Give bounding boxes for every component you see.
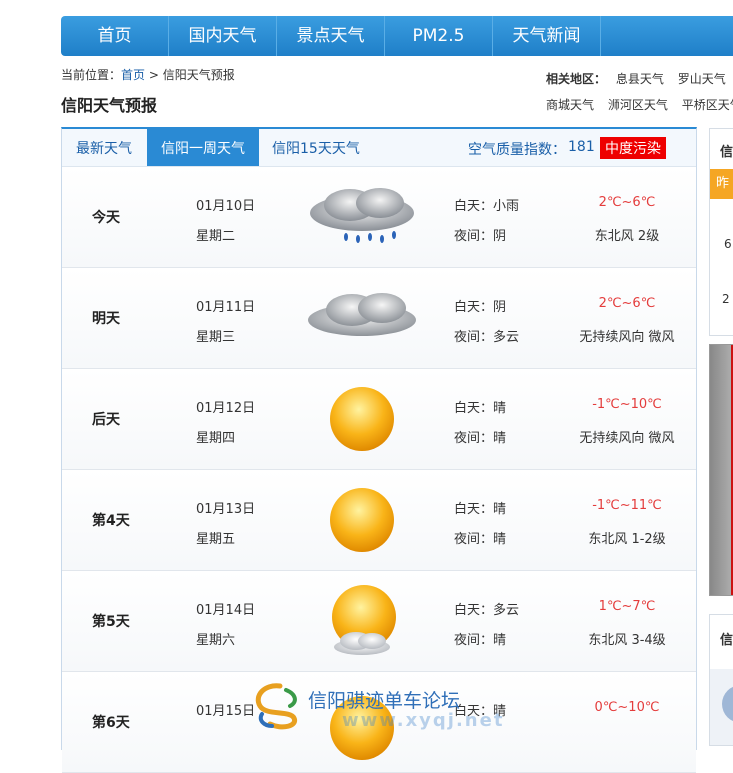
daytime-weather: 白天：阴 [454, 300, 507, 315]
night-weather: 夜间：阴 [454, 229, 507, 244]
temperature-range: 1℃~7℃ [598, 599, 656, 614]
cloud-icon [302, 280, 422, 356]
aqi-value: 181 [568, 139, 595, 155]
day-date: 01月14日 [196, 603, 256, 618]
main-nav: 首页 国内天气 景点天气 PM2.5 天气新闻 [61, 16, 733, 56]
breadcrumb-current: 信阳天气预报 [162, 68, 235, 82]
breadcrumb: 当前位置：首页 > 信阳天气预报 [61, 66, 235, 83]
temperature-range: -1℃~10℃ [592, 397, 662, 412]
watermark-text: 信阳骐迹单车论坛 [308, 690, 461, 712]
sun-icon [302, 482, 422, 558]
night-weather: 夜间：晴 [454, 532, 507, 547]
temperature-range: -1℃~11℃ [592, 498, 662, 513]
night-weather: 夜间：晴 [454, 633, 507, 648]
related-link-shangcheng[interactable]: 商城天气 [546, 98, 594, 112]
aqi-label: 空气质量指数： [468, 142, 566, 158]
forum-watermark: 信阳骐迹单车论坛 www.xyqj.net [250, 680, 502, 734]
breadcrumb-separator: > [145, 68, 163, 82]
tab-week-weather[interactable]: 信阳一周天气 [147, 129, 259, 166]
related-label: 相关地区： [546, 72, 607, 86]
day-weekday: 星期三 [196, 330, 236, 345]
temperature-range: 0℃~10℃ [594, 700, 660, 715]
nav-scenic-weather[interactable]: 景点天气 [277, 16, 385, 56]
forecast-panel: 最新天气 信阳一周天气 信阳15天天气 空气质量指数： 181 中度污染 今天 … [61, 127, 697, 773]
partly-cloudy-icon [302, 583, 422, 659]
forecast-day-row: 第5天 01月14日 星期六 白天：多云 夜间：晴 1℃~7℃ 东北风 3-4级 [62, 571, 696, 672]
sidebar-value-high: 6 [724, 237, 732, 251]
rain-cloud-icon [302, 179, 422, 255]
wind-info: 无持续风向 微风 [579, 431, 675, 446]
day-name: 第4天 [92, 513, 130, 529]
wind-info: 无持续风向 微风 [579, 330, 675, 345]
night-weather: 夜间：晴 [454, 431, 507, 446]
related-link-pingqiao[interactable]: 平桥区天气 [682, 98, 733, 112]
wind-info: 东北风 1-2级 [588, 532, 666, 547]
day-name: 第6天 [92, 715, 130, 731]
day-name: 第5天 [92, 614, 130, 630]
forecast-day-row: 明天 01月11日 星期三 白天：阴 夜间：多云 2℃~6℃ 无持续风向 微风 [62, 268, 696, 369]
tab-15day-weather[interactable]: 信阳15天天气 [272, 129, 360, 166]
aqi-level-badge: 中度污染 [600, 137, 666, 159]
day-date: 01月10日 [196, 199, 256, 214]
day-weekday: 星期五 [196, 532, 236, 547]
breadcrumb-home-link[interactable]: 首页 [121, 68, 145, 82]
nav-domestic-weather[interactable]: 国内天气 [169, 16, 277, 56]
day-weekday: 星期六 [196, 633, 236, 648]
day-date: 01月15日 [196, 704, 256, 719]
forecast-day-row: 后天 01月12日 星期四 白天：晴 夜间：晴 -1℃~10℃ 无持续风向 微风 [62, 369, 696, 470]
day-date: 01月12日 [196, 401, 256, 416]
forecast-day-row: 今天 01月10日 星期二 白天：小雨 夜间：阴 2℃~6℃ 东北风 2级 [62, 167, 696, 268]
day-date: 01月11日 [196, 300, 256, 315]
sidebar-ad-banner[interactable] [709, 344, 733, 596]
forecast-tabs: 最新天气 信阳一周天气 信阳15天天气 空气质量指数： 181 中度污染 [62, 129, 696, 167]
related-link-shihe[interactable]: 浉河区天气 [608, 98, 668, 112]
sidebar-value-low: 2 [722, 292, 730, 306]
temperature-range: 2℃~6℃ [598, 296, 656, 311]
day-date: 01月13日 [196, 502, 256, 517]
daytime-weather: 白天：多云 [454, 603, 520, 618]
sidebar-box-title: 信 [720, 145, 733, 160]
day-name: 今天 [92, 210, 120, 226]
wind-info: 东北风 2级 [594, 229, 660, 244]
sidebar-tab-yesterday[interactable]: 昨 [710, 169, 733, 199]
day-name: 明天 [92, 311, 120, 327]
breadcrumb-prefix: 当前位置： [61, 68, 122, 82]
watermark-url: www.xyqj.net [342, 710, 505, 731]
forum-logo-icon [255, 683, 298, 730]
temperature-range: 2℃~6℃ [598, 195, 656, 210]
daytime-weather: 白天：晴 [454, 401, 507, 416]
night-weather: 夜间：多云 [454, 330, 520, 345]
day-weekday: 星期四 [196, 431, 236, 446]
wind-info: 东北风 3-4级 [588, 633, 666, 648]
related-regions: 相关地区： 息县天气 罗山天气 光 商城天气 浉河区天气 平桥区天气 [546, 70, 733, 122]
day-weekday: 星期二 [196, 229, 236, 244]
nav-pm25[interactable]: PM2.5 [385, 16, 493, 56]
forecast-day-row: 第4天 01月13日 星期五 白天：晴 夜间：晴 -1℃~11℃ 东北风 1-2… [62, 470, 696, 571]
sidebar-weather-box: 信 昨 6 2 [709, 128, 733, 336]
sun-icon [302, 381, 422, 457]
related-link-xixian[interactable]: 息县天气 [616, 72, 664, 86]
page-title: 信阳天气预报 [61, 96, 158, 115]
sidebar-box2-title: 信 [720, 633, 733, 648]
nav-weather-news[interactable]: 天气新闻 [493, 16, 601, 56]
nav-home[interactable]: 首页 [61, 16, 169, 56]
daytime-weather: 白天：小雨 [454, 199, 520, 214]
tab-latest-weather[interactable]: 最新天气 [76, 129, 132, 166]
day-name: 后天 [92, 412, 120, 428]
related-link-luoshan[interactable]: 罗山天气 [678, 72, 726, 86]
daytime-weather: 白天：晴 [454, 502, 507, 517]
sidebar-box-2: 信 [709, 614, 733, 746]
